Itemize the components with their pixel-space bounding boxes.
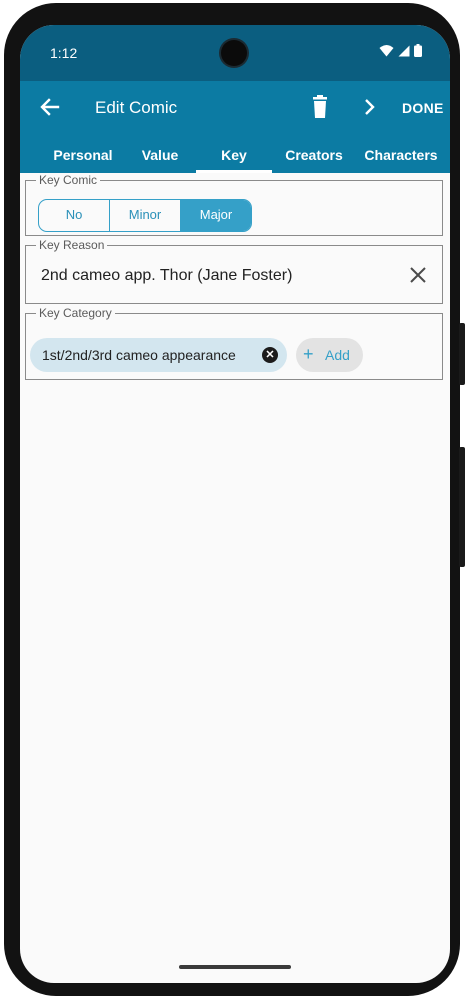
add-category-label: Add bbox=[325, 347, 350, 363]
key-reason-input[interactable]: 2nd cameo app. Thor (Jane Foster) bbox=[41, 267, 292, 285]
tab-personal[interactable]: Personal bbox=[42, 137, 124, 173]
arrow-left-icon[interactable] bbox=[38, 95, 62, 119]
key-comic-option-no[interactable]: No bbox=[39, 200, 110, 231]
chevron-right-icon[interactable] bbox=[361, 96, 377, 118]
tab-key[interactable]: Key bbox=[196, 137, 272, 173]
tab-value[interactable]: Value bbox=[124, 137, 196, 173]
add-category-button[interactable]: + Add bbox=[296, 338, 363, 372]
status-time: 1:12 bbox=[50, 45, 78, 61]
app-bar: Edit Comic DONE Personal Value Key Creat… bbox=[20, 81, 450, 173]
trash-icon[interactable] bbox=[310, 95, 330, 119]
volume-button bbox=[459, 447, 465, 567]
key-comic-option-major[interactable]: Major bbox=[181, 200, 251, 231]
close-icon[interactable] bbox=[408, 265, 428, 285]
phone-frame: 1:12 Edit Comic DONE Personal Value Key … bbox=[4, 3, 460, 996]
key-category-label: Key Category bbox=[36, 306, 115, 320]
category-chip-label: 1st/2nd/3rd cameo appearance bbox=[42, 347, 236, 363]
plus-icon: + bbox=[303, 344, 314, 364]
key-reason-group: Key Reason 2nd cameo app. Thor (Jane Fos… bbox=[25, 238, 443, 304]
cellular-signal-icon bbox=[398, 45, 410, 56]
battery-icon bbox=[414, 44, 422, 57]
tab-characters[interactable]: Characters bbox=[356, 137, 446, 173]
page-title: Edit Comic bbox=[95, 98, 178, 117]
front-camera bbox=[221, 40, 247, 66]
category-chip[interactable]: 1st/2nd/3rd cameo appearance ✕ bbox=[30, 338, 287, 372]
key-comic-group: Key Comic No Minor Major bbox=[25, 173, 443, 236]
key-comic-label: Key Comic bbox=[36, 173, 101, 187]
done-button[interactable]: DONE bbox=[402, 100, 444, 116]
screen: 1:12 Edit Comic DONE Personal Value Key … bbox=[20, 25, 450, 983]
home-indicator[interactable] bbox=[179, 965, 291, 969]
key-comic-selector: No Minor Major bbox=[38, 199, 252, 232]
key-reason-label: Key Reason bbox=[36, 238, 108, 252]
wifi-icon bbox=[379, 45, 394, 57]
tab-bar: Personal Value Key Creators Characters bbox=[20, 137, 450, 173]
status-bar: 1:12 bbox=[20, 25, 450, 81]
tab-creators[interactable]: Creators bbox=[272, 137, 356, 173]
status-icons bbox=[379, 44, 422, 57]
key-comic-option-minor[interactable]: Minor bbox=[110, 200, 181, 231]
key-category-group: Key Category 1st/2nd/3rd cameo appearanc… bbox=[25, 306, 443, 380]
close-circle-icon[interactable]: ✕ bbox=[262, 347, 278, 363]
power-button bbox=[459, 323, 465, 385]
